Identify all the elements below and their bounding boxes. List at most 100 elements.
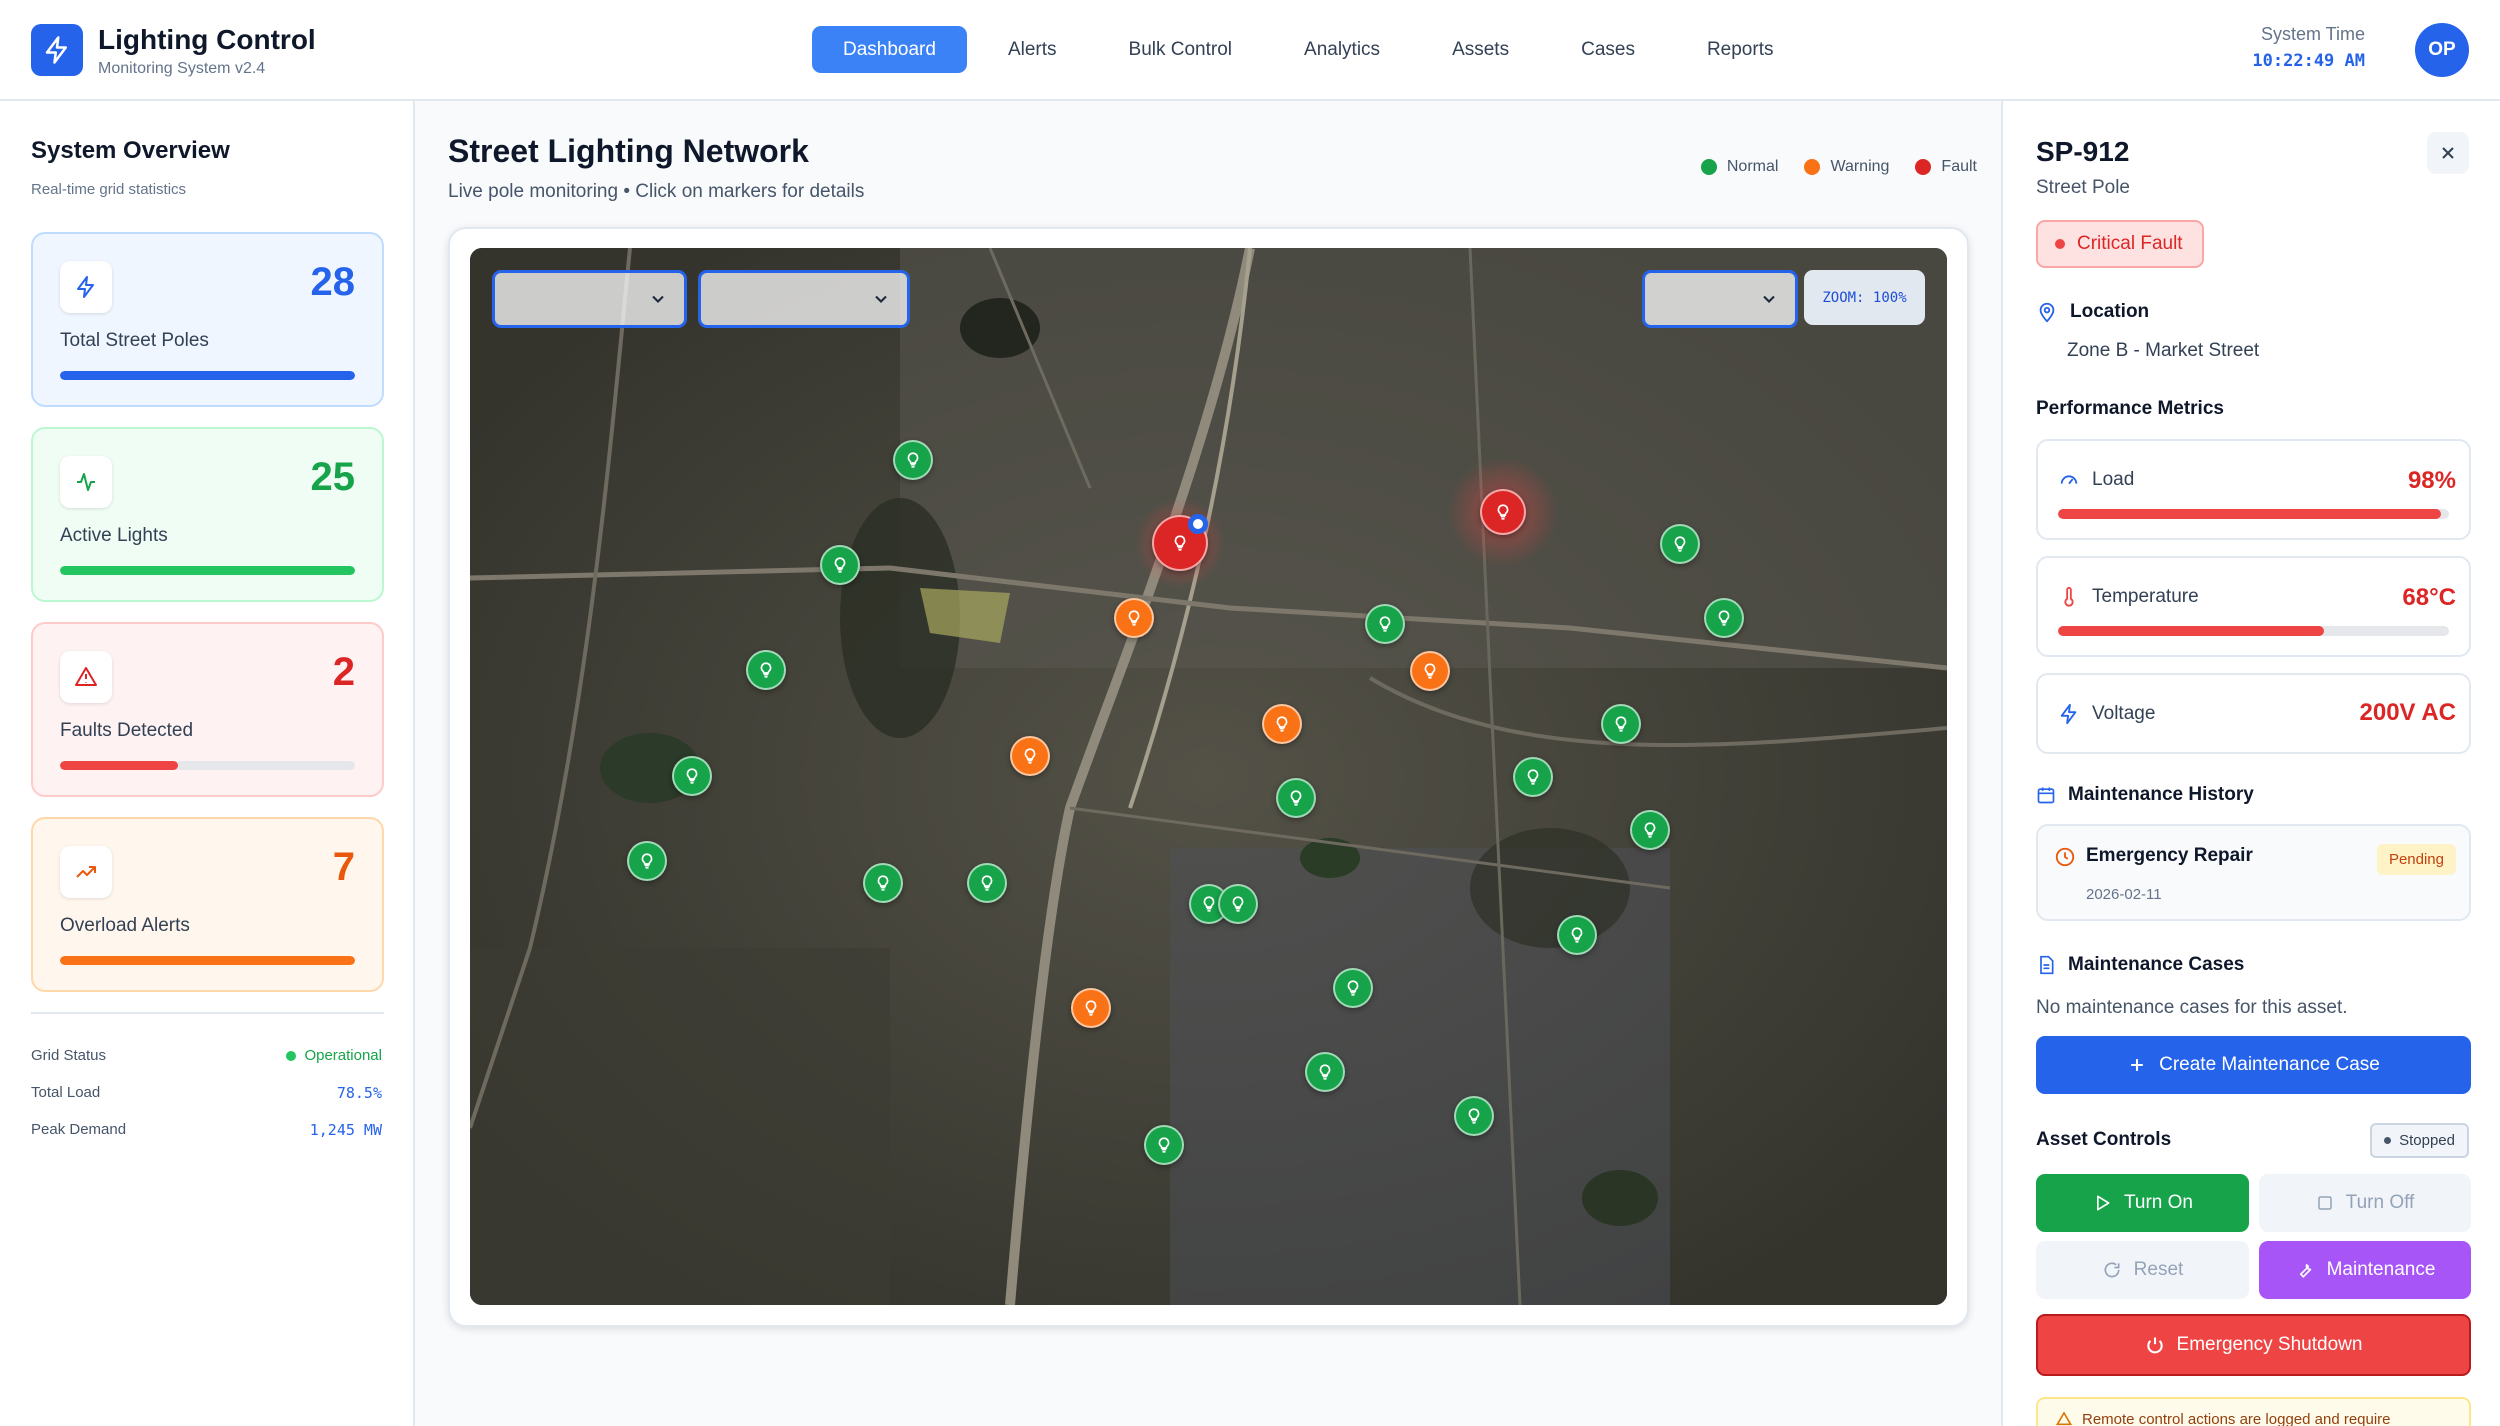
location-heading: Location: [2036, 301, 2149, 323]
marker-normal[interactable]: [1660, 524, 1700, 564]
metric-value: 98%: [2407, 467, 2456, 494]
marker-warning[interactable]: [1114, 598, 1154, 638]
peak-demand-value: 1,245 MW: [309, 1121, 382, 1139]
marker-warning[interactable]: [1010, 736, 1050, 776]
marker-normal[interactable]: [627, 841, 667, 881]
stat-card-overload[interactable]: 7 Overload Alerts: [31, 817, 384, 992]
nav-assets[interactable]: Assets: [1421, 26, 1540, 73]
controls-state-badge: Stopped: [2370, 1123, 2469, 1158]
bolt-icon: [60, 261, 112, 313]
stat-progress: [60, 956, 355, 965]
turn-off-button[interactable]: Turn Off: [2259, 1174, 2471, 1232]
metric-progress: [2058, 626, 2449, 636]
filter-select-3[interactable]: [1642, 270, 1798, 328]
nav-reports[interactable]: Reports: [1676, 26, 1805, 73]
history-item[interactable]: Emergency Repair 2026-02-11 Pending: [2036, 824, 2471, 921]
marker-warning[interactable]: [1262, 704, 1302, 744]
overview-subtitle: Real-time grid statistics: [31, 181, 187, 198]
asset-detail-panel: SP-912 Street Pole Critical Fault Locati…: [2001, 101, 2500, 1426]
user-avatar[interactable]: OP: [2415, 23, 2469, 77]
stat-progress: [60, 761, 355, 770]
nav-bulk-control[interactable]: Bulk Control: [1098, 26, 1264, 73]
location-value: Zone B - Market Street: [2067, 340, 2260, 361]
power-icon: [2146, 1337, 2163, 1354]
lightning-logo-icon: [31, 24, 83, 76]
marker-normal[interactable]: [1601, 704, 1641, 744]
cases-heading: Maintenance Cases: [2036, 954, 2244, 976]
marker-warning[interactable]: [1071, 988, 1111, 1028]
marker-normal[interactable]: [1704, 598, 1744, 638]
cases-empty-text: No maintenance cases for this asset.: [2036, 997, 2348, 1018]
marker-normal[interactable]: [1276, 778, 1316, 818]
marker-normal[interactable]: [863, 863, 903, 903]
marker-normal[interactable]: [820, 545, 860, 585]
marker-normal[interactable]: [1454, 1096, 1494, 1136]
document-icon: [2040, 955, 2054, 975]
zoom-indicator: ZOOM: 100%: [1804, 270, 1925, 325]
map-subtitle: Live pole monitoring • Click on markers …: [448, 181, 865, 202]
gauge-icon: [2060, 475, 2078, 485]
marker-normal[interactable]: [1557, 915, 1597, 955]
turn-on-button[interactable]: Turn On: [2036, 1174, 2249, 1232]
stat-label: Overload Alerts: [60, 915, 190, 936]
legend-fault: Fault: [1915, 158, 1977, 176]
emergency-shutdown-button[interactable]: Emergency Shutdown: [2036, 1314, 2471, 1376]
marker-normal[interactable]: [1218, 884, 1258, 924]
stop-icon: [2317, 1196, 2332, 1210]
metric-progress: [2058, 509, 2449, 519]
marker-normal[interactable]: [1365, 604, 1405, 644]
close-icon: [2442, 147, 2454, 159]
nav-alerts[interactable]: Alerts: [977, 26, 1088, 73]
metric-voltage: Voltage 200V AC: [2036, 673, 2471, 754]
stat-label: Faults Detected: [60, 720, 194, 741]
marker-normal[interactable]: [893, 440, 933, 480]
marker-normal[interactable]: [1630, 810, 1670, 850]
marker-normal[interactable]: [746, 650, 786, 690]
marker-normal[interactable]: [1513, 757, 1553, 797]
stat-card-faults[interactable]: 2 Faults Detected: [31, 622, 384, 797]
reset-button[interactable]: Reset: [2036, 1241, 2249, 1299]
thermometer-icon: [2064, 586, 2074, 607]
nav-analytics[interactable]: Analytics: [1273, 26, 1411, 73]
app-header: Lighting Control Monitoring System v2.4 …: [0, 0, 2500, 101]
wrench-icon: [2299, 1263, 2312, 1278]
marker-fault[interactable]: [1480, 489, 1526, 535]
metric-load: Load 98%: [2036, 439, 2471, 540]
chevron-down-icon: [1763, 295, 1775, 303]
grid-status: Operational: [286, 1047, 382, 1064]
history-date: 2026-02-11: [2086, 886, 2162, 903]
status-badge: Critical Fault: [2036, 220, 2204, 268]
stat-progress: [60, 371, 355, 380]
nav-dashboard[interactable]: Dashboard: [812, 26, 967, 73]
marker-normal[interactable]: [967, 863, 1007, 903]
divider: [31, 1012, 384, 1014]
app-subtitle: Monitoring System v2.4: [98, 60, 266, 77]
status-dot: [286, 1050, 297, 1061]
street-map[interactable]: ZOOM: 100%: [470, 248, 1947, 1305]
create-case-button[interactable]: Create Maintenance Case: [2036, 1036, 2471, 1094]
filter-select-1[interactable]: [492, 270, 687, 328]
marker-normal[interactable]: [1305, 1052, 1345, 1092]
maintenance-button[interactable]: Maintenance: [2259, 1241, 2471, 1299]
nav-cases[interactable]: Cases: [1550, 26, 1666, 73]
marker-normal[interactable]: [1144, 1125, 1184, 1165]
stat-card-active-lights[interactable]: 25 Active Lights: [31, 427, 384, 602]
history-title: Emergency Repair: [2086, 845, 2253, 866]
close-button[interactable]: [2427, 132, 2469, 174]
marker-normal[interactable]: [672, 756, 712, 796]
peak-demand-label: Peak Demand: [31, 1121, 127, 1138]
app-title: Lighting Control: [98, 24, 316, 55]
marker-warning[interactable]: [1410, 651, 1450, 691]
stat-value: 28: [310, 260, 356, 304]
stat-value: 25: [310, 455, 356, 499]
chevron-down-icon: [875, 295, 887, 303]
map-title: Street Lighting Network: [448, 133, 809, 169]
system-time: 10:22:49 AM: [2252, 51, 2365, 71]
audit-notice-text: Remote control actions are logged and re…: [2082, 1411, 2391, 1426]
grid-status-label: Grid Status: [31, 1047, 107, 1064]
marker-normal[interactable]: [1333, 968, 1373, 1008]
audit-notice: Remote control actions are logged and re…: [2036, 1397, 2471, 1426]
filter-select-2[interactable]: [698, 270, 910, 328]
stat-card-total-poles[interactable]: 28 Total Street Poles: [31, 232, 384, 407]
metrics-heading: Performance Metrics: [2036, 398, 2224, 419]
